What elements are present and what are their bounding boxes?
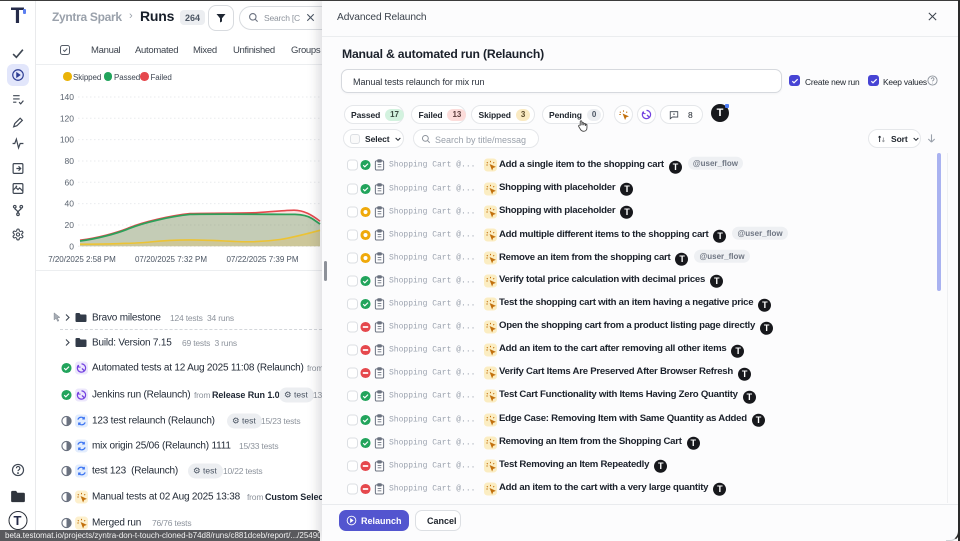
svg-text:100: 100	[60, 135, 74, 145]
svg-text:120: 120	[60, 113, 74, 123]
svg-text:20: 20	[65, 220, 75, 230]
svg-text:40: 40	[65, 199, 75, 209]
svg-text:60: 60	[65, 177, 75, 187]
svg-text:07/20/2025 7:32 PM: 07/20/2025 7:32 PM	[135, 255, 207, 264]
svg-text:80: 80	[65, 156, 75, 166]
svg-text:0: 0	[69, 241, 74, 251]
svg-text:07/22/2025 7:39 PM: 07/22/2025 7:39 PM	[226, 255, 298, 264]
svg-text:140: 140	[60, 92, 74, 102]
svg-text:7/20/2025 2:58 PM: 7/20/2025 2:58 PM	[48, 255, 116, 264]
